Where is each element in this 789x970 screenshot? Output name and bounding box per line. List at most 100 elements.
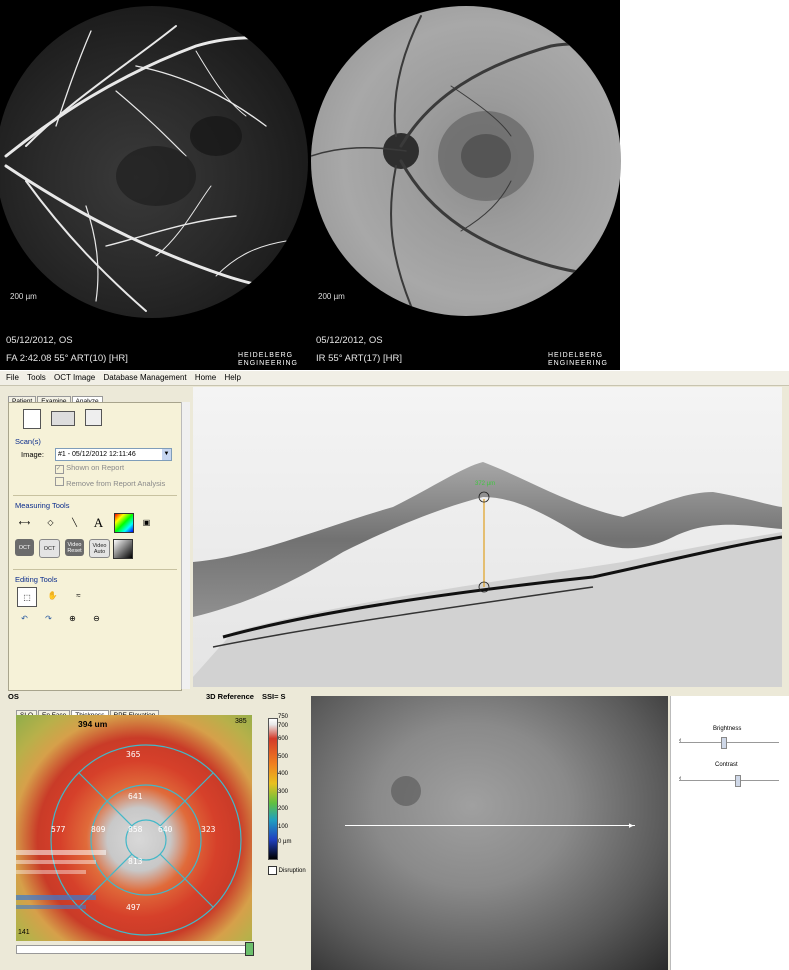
menu-tools[interactable]: Tools xyxy=(27,371,46,385)
color-bar-label-100: 100 xyxy=(278,823,289,830)
ir-vessel-drawing xyxy=(311,15,621,307)
color-map-icon[interactable] xyxy=(114,513,134,533)
brightness-slider-thumb[interactable] xyxy=(721,737,727,749)
image-select[interactable]: #1 - 05/12/2012 12:11:46 ▼ xyxy=(55,448,172,461)
contrast-label: Contrast xyxy=(715,762,738,768)
zoom-in-icon[interactable]: ⊕ xyxy=(65,611,80,626)
heidelberg-eye-explorer-window: File Tools OCT Image Database Management… xyxy=(0,371,789,970)
etdrs-inner-temporal: 809 xyxy=(91,825,106,834)
color-bar-label-750: 750 xyxy=(278,714,289,720)
thickness-map[interactable]: 394 um 385 141 365 641 577 809 858 640 3… xyxy=(16,715,252,941)
thickness-header: 394 um xyxy=(78,719,108,729)
ir-date: 05/12/2012, OS xyxy=(316,335,383,346)
measuring-tools-title: Measuring Tools xyxy=(15,501,70,510)
3d-reference-label: 3D Reference xyxy=(206,692,254,701)
zoom-out-icon[interactable]: ⊖ xyxy=(89,611,104,626)
fa-scale-bar-label: 200 µm xyxy=(10,292,37,301)
heidelberg-logo-right: HEIDELBERG ENGINEERING xyxy=(548,352,609,367)
map-horizontal-slider[interactable] xyxy=(16,942,254,956)
image-select-value: #1 - 05/12/2012 12:11:46 xyxy=(58,451,136,458)
eye-label: OS xyxy=(8,692,19,701)
left-panel: PatientExamineAnalyze Scan(s) Image: #1 … xyxy=(0,386,191,691)
camera-icon[interactable]: ▣ xyxy=(139,515,154,530)
menu-oct-image[interactable]: OCT Image xyxy=(54,371,95,385)
fa-acquisition-info: FA 2:42.08 55° ART(10) [HR] xyxy=(6,353,128,364)
divider xyxy=(13,569,177,570)
brightness-left-arrow-icon[interactable]: ‹ xyxy=(679,737,681,744)
slo-fundus-image[interactable]: ▸ xyxy=(311,696,668,970)
menu-help[interactable]: Help xyxy=(224,371,240,385)
left-panel-scrollbar[interactable] xyxy=(181,402,190,689)
etdrs-inner-superior: 641 xyxy=(128,792,143,801)
arrow-head-icon: ▸ xyxy=(629,820,634,830)
grayscale-icon[interactable] xyxy=(113,539,133,559)
bottom-section: OS 3D Reference SSI= S SLOEn FaceThickne… xyxy=(0,691,789,970)
print-icon[interactable] xyxy=(85,409,102,426)
image-layout-icon[interactable] xyxy=(51,411,75,426)
distance-line-icon[interactable]: ⟷ xyxy=(17,515,32,530)
thickness-measurement-label: 372 µm xyxy=(475,481,496,487)
brightness-label: Brightness xyxy=(713,726,742,732)
select-cursor-icon[interactable]: ⬚ xyxy=(17,587,37,607)
color-bar-labels: 750 700 600 500 400 300 200 100 0 µm xyxy=(278,714,291,848)
contrast-slider-track[interactable] xyxy=(679,780,779,781)
slider-handle[interactable] xyxy=(245,942,254,956)
brightness-slider-track[interactable] xyxy=(679,742,779,743)
editing-tools-title: Editing Tools xyxy=(15,575,58,584)
color-bar-label-600: 600 xyxy=(278,736,289,742)
fa-date: 05/12/2012, OS xyxy=(6,335,73,346)
menu-home[interactable]: Home xyxy=(195,371,216,385)
min-thickness-label: 141 xyxy=(18,929,30,936)
contrast-left-arrow-icon[interactable]: ‹ xyxy=(679,775,681,782)
pan-hand-icon[interactable]: ✋ xyxy=(45,588,60,603)
oct-button-1[interactable]: OCT xyxy=(15,539,34,556)
etdrs-inner-inferior: 813 xyxy=(128,857,143,866)
color-bar-label-400: 400 xyxy=(278,771,289,777)
checkbox-check-icon: ✓ xyxy=(55,465,64,474)
redo-icon[interactable]: ↷ xyxy=(41,611,56,626)
fluorescein-angiography-image xyxy=(0,6,308,318)
video-reset-button[interactable]: Video Reset xyxy=(65,539,84,556)
image-adjust-panel: Brightness ‹ Contrast ‹ xyxy=(670,696,789,970)
divider xyxy=(13,495,177,496)
menu-database-management[interactable]: Database Management xyxy=(103,371,186,385)
text-tool-icon[interactable]: A xyxy=(91,515,106,530)
disruption-label: Disruption xyxy=(278,868,306,875)
chevron-down-icon[interactable]: ▼ xyxy=(162,449,171,460)
color-bar-label-500: 500 xyxy=(278,753,289,760)
report-icon[interactable] xyxy=(23,409,41,429)
video-auto-button[interactable]: Video Auto xyxy=(89,539,110,558)
disruption-checkbox[interactable]: Disruption xyxy=(268,866,306,875)
etdrs-center: 858 xyxy=(128,825,143,834)
heidelberg-logo-left: HEIDELBERG ENGINEERING xyxy=(238,352,299,367)
optic-disc-shadow xyxy=(391,776,421,806)
menu-bar: File Tools OCT Image Database Management… xyxy=(0,371,789,386)
ir-scale-bar-label: 200 µm xyxy=(318,292,345,301)
oct-bscan-view[interactable]: 372 µm xyxy=(193,387,782,687)
remove-from-report-checkbox[interactable]: Remove from Report Analysis xyxy=(55,477,165,488)
undo-icon[interactable]: ↶ xyxy=(17,611,32,626)
remove-from-report-label: Remove from Report Analysis xyxy=(66,479,166,488)
line-tool-icon[interactable]: ╲ xyxy=(67,515,82,530)
ssi-label: SSI= S xyxy=(262,692,286,701)
eraser-icon[interactable]: ◇ xyxy=(43,515,58,530)
fundus-image-panel: 200 µm 200 µm 05/12/2012, OS FA 2:42.08 … xyxy=(0,0,621,370)
scans-section-title: Scan(s) xyxy=(15,437,41,446)
max-thickness-label: 385 xyxy=(235,718,247,725)
etdrs-inner-nasal: 640 xyxy=(158,825,173,834)
oct-bscan-drawing xyxy=(193,462,782,687)
shown-on-report-checkbox[interactable]: ✓ Shown on Report xyxy=(55,463,124,474)
color-bar-label-700: 700 xyxy=(278,723,289,729)
fa-vessel-drawing xyxy=(4,25,308,312)
color-bar-label-0: 0 µm xyxy=(278,839,292,845)
oct-button-2[interactable]: OCT xyxy=(39,539,60,558)
menu-file[interactable]: File xyxy=(6,371,19,385)
etdrs-outer-superior: 365 xyxy=(126,750,141,759)
contrast-slider-thumb[interactable] xyxy=(735,775,741,787)
segmentation-curve-icon[interactable]: ≈ xyxy=(71,588,86,603)
checkbox-empty-icon xyxy=(268,866,277,875)
infrared-reflectance-image xyxy=(311,6,621,316)
shown-on-report-label: Shown on Report xyxy=(66,463,125,472)
checkbox-empty-icon xyxy=(55,477,64,486)
analyze-panel: Scan(s) Image: #1 - 05/12/2012 12:11:46 … xyxy=(8,402,182,691)
